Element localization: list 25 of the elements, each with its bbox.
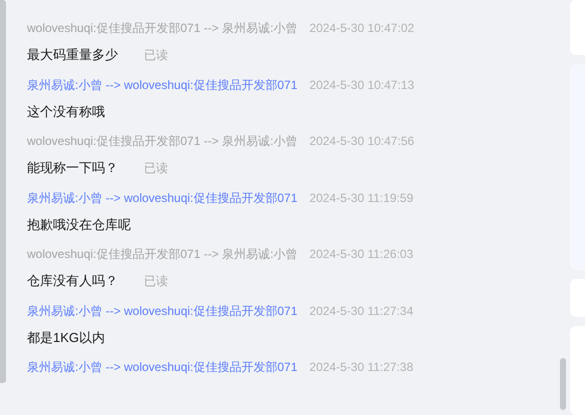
message-text: 都是1KG以内: [27, 328, 106, 347]
message-text: 仓库没有人吗？: [27, 272, 118, 290]
message-header: 泉州易诚:小曾 --> woloveshuqi:促佳搜品开发部071: [27, 190, 298, 207]
message-text: 这个没有称哦: [27, 102, 105, 121]
message-header: 泉州易诚:小曾 --> woloveshuqi:促佳搜品开发部071: [27, 359, 298, 376]
read-status: 已读: [144, 273, 168, 290]
message-time: 2024-5-30 11:19:59: [309, 190, 414, 207]
message-text: 最大码重量多少: [27, 46, 118, 64]
message-text: 能现称一下吗？: [27, 159, 118, 178]
message-time: 2024-5-30 11:26:03: [309, 246, 414, 264]
message-text: 抱歉哦没在仓库呢: [27, 216, 131, 234]
message-header: woloveshuqi:促佳搜品开发部071 --> 泉州易诚:小曾: [27, 20, 298, 37]
scrollbar-thumb[interactable]: [560, 358, 566, 410]
message-time: 2024-5-30 10:47:56: [309, 133, 414, 150]
scrollbar-thumb[interactable]: [0, 0, 6, 383]
read-status: 已读: [144, 47, 168, 64]
message-time: 2024-5-30 11:27:38: [309, 359, 414, 376]
message-header: 泉州易诚:小曾 --> woloveshuqi:促佳搜品开发部071: [27, 76, 298, 94]
message-time: 2024-5-30 10:47:02: [309, 20, 414, 37]
read-status: 已读: [144, 160, 168, 178]
message-time: 2024-5-30 11:27:34: [309, 302, 414, 320]
message-header: woloveshuqi:促佳搜品开发部071 --> 泉州易诚:小曾: [27, 133, 298, 150]
message-header: 泉州易诚:小曾 --> woloveshuqi:促佳搜品开发部071: [27, 302, 298, 320]
message-time: 2024-5-30 10:47:13: [309, 76, 414, 94]
message-header: woloveshuqi:促佳搜品开发部071 --> 泉州易诚:小曾: [27, 246, 298, 264]
